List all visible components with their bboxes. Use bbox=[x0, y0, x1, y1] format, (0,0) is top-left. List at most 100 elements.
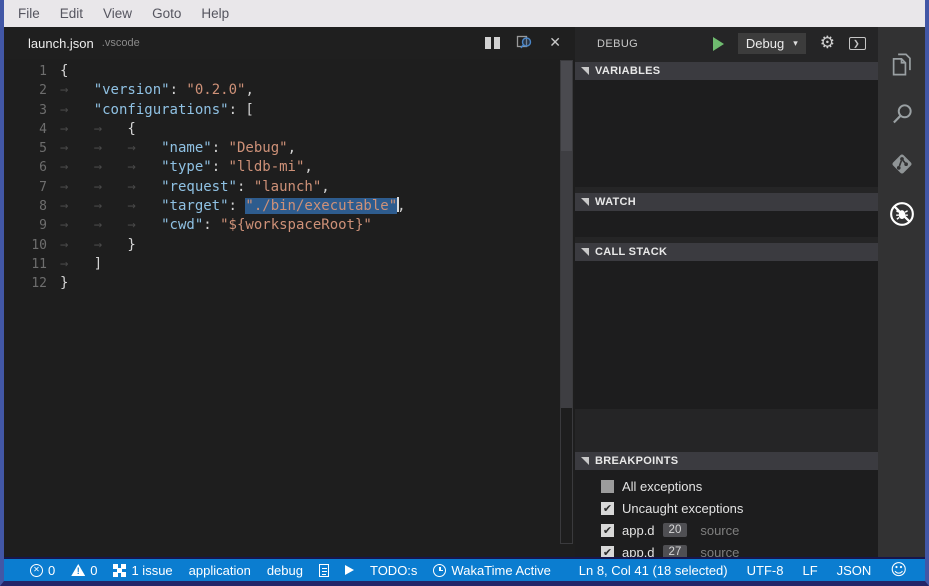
code-line[interactable]: 1{ bbox=[4, 62, 575, 81]
activity-bar bbox=[878, 27, 925, 557]
status-item-left-5[interactable] bbox=[319, 564, 329, 577]
status-item-left-3[interactable]: application bbox=[189, 563, 251, 578]
line-number: 12 bbox=[4, 274, 47, 293]
code-token: , bbox=[304, 159, 312, 175]
code-lines: 1{2→"version": "0.2.0",3→"configurations… bbox=[4, 62, 575, 294]
code-token: → bbox=[60, 216, 94, 235]
code-text: →→→"request": "launch", bbox=[60, 178, 330, 197]
chevron-down-icon: ▾ bbox=[793, 38, 798, 49]
status-item-right-2[interactable]: LF bbox=[802, 563, 817, 578]
twistie-icon bbox=[581, 457, 589, 465]
code-text: →"version": "0.2.0", bbox=[60, 81, 254, 100]
search-icon[interactable] bbox=[878, 89, 925, 139]
code-token: → bbox=[94, 120, 128, 139]
breakpoint-source: source bbox=[700, 523, 739, 538]
code-text: →] bbox=[60, 255, 102, 274]
code-line[interactable]: 9→→→"cwd": "${workspaceRoot}" bbox=[4, 216, 575, 235]
code-token: { bbox=[127, 121, 135, 137]
variables-body[interactable] bbox=[575, 80, 878, 187]
debug-toolbar: DEBUG Debug ▾ ⚙ ❯ bbox=[575, 27, 878, 60]
watch-body[interactable] bbox=[575, 211, 878, 237]
code-token: → bbox=[127, 178, 161, 197]
menu-item-file[interactable]: File bbox=[8, 0, 50, 27]
code-token: → bbox=[94, 158, 128, 177]
status-item-left-4[interactable]: debug bbox=[267, 563, 303, 578]
status-text: Ln 8, Col 41 (18 selected) bbox=[579, 563, 728, 578]
debug-config-dropdown[interactable]: Debug ▾ bbox=[738, 33, 806, 54]
breakpoint-row[interactable]: ✔ Uncaught exceptions bbox=[575, 497, 878, 519]
status-item-left-0[interactable]: ✕0 bbox=[30, 563, 55, 578]
status-item-right-1[interactable]: UTF-8 bbox=[747, 563, 784, 578]
section-header-breakpoints[interactable]: BREAKPOINTS bbox=[575, 452, 878, 470]
editor-scrollbar[interactable] bbox=[560, 60, 573, 544]
status-item-left-2[interactable]: 1 issue bbox=[113, 563, 172, 578]
line-number: 9 bbox=[4, 216, 47, 235]
checkbox-checked-icon[interactable]: ✔ bbox=[601, 502, 614, 515]
status-item-left-8[interactable]: WakaTime Active bbox=[433, 563, 550, 578]
code-line[interactable]: 4→→{ bbox=[4, 120, 575, 139]
menu-item-goto[interactable]: Goto bbox=[142, 0, 191, 27]
breakpoint-row[interactable]: ✔app.d20source bbox=[575, 519, 878, 541]
code-line[interactable]: 7→→→"request": "launch", bbox=[4, 178, 575, 197]
status-item-left-7[interactable]: TODO:s bbox=[370, 563, 417, 578]
code-token: : bbox=[170, 82, 187, 98]
status-item-left-6[interactable] bbox=[345, 565, 354, 575]
code-token: "lldb-mi" bbox=[229, 159, 305, 175]
breakpoints-body: All exceptions ✔ Uncaught exceptions ✔app.d… bbox=[575, 470, 878, 563]
breakpoint-row[interactable]: All exceptions bbox=[575, 475, 878, 497]
code-token: "${workspaceRoot}" bbox=[220, 217, 372, 233]
code-token: → bbox=[60, 101, 94, 120]
code-token: → bbox=[127, 197, 161, 216]
code-line[interactable]: 5→→→"name": "Debug", bbox=[4, 139, 575, 158]
split-editor-icon[interactable] bbox=[485, 37, 500, 49]
menu-item-help[interactable]: Help bbox=[191, 0, 239, 27]
checkbox-checked-icon[interactable]: ✔ bbox=[601, 524, 614, 537]
line-number: 5 bbox=[4, 139, 47, 158]
line-number: 3 bbox=[4, 101, 47, 120]
section-header-variables[interactable]: VARIABLES bbox=[575, 62, 878, 80]
callstack-body[interactable] bbox=[575, 261, 878, 409]
line-number: 11 bbox=[4, 255, 47, 274]
open-preview-icon[interactable] bbox=[516, 35, 533, 51]
gear-icon[interactable]: ⚙ bbox=[820, 35, 835, 52]
code-line[interactable]: 12} bbox=[4, 274, 575, 293]
menu-item-edit[interactable]: Edit bbox=[50, 0, 93, 27]
status-item-right-4[interactable]: ☺ bbox=[890, 562, 907, 578]
breakpoint-label: Uncaught exceptions bbox=[622, 501, 743, 516]
explorer-icon[interactable] bbox=[878, 39, 925, 89]
status-bar-left: ✕0 !0 1 issue application debug TODO:s WakaTim… bbox=[30, 563, 551, 578]
status-item-right-3[interactable]: JSON bbox=[837, 563, 872, 578]
debug-icon[interactable] bbox=[878, 189, 925, 239]
code-line[interactable]: 8→→→"target": "./bin/executable", bbox=[4, 197, 575, 216]
code-line[interactable]: 6→→→"type": "lldb-mi", bbox=[4, 158, 575, 177]
section-header-callstack[interactable]: CALL STACK bbox=[575, 243, 878, 261]
line-number: 4 bbox=[4, 120, 47, 139]
tab-folder-hint: .vscode bbox=[102, 37, 140, 49]
start-debug-button[interactable] bbox=[713, 37, 724, 51]
code-token: : [ bbox=[229, 102, 254, 118]
code-line[interactable]: 3→"configurations": [ bbox=[4, 101, 575, 120]
line-number: 2 bbox=[4, 81, 47, 100]
code-line[interactable]: 11 →] bbox=[4, 255, 575, 274]
line-number: 10 bbox=[4, 236, 47, 255]
scrollbar-thumb[interactable] bbox=[561, 61, 572, 408]
menu-item-view[interactable]: View bbox=[93, 0, 142, 27]
status-item-right-0[interactable]: Ln 8, Col 41 (18 selected) bbox=[579, 563, 728, 578]
code-line[interactable]: 10→→} bbox=[4, 236, 575, 255]
status-item-left-1[interactable]: !0 bbox=[71, 563, 97, 578]
breakpoint-label: All exceptions bbox=[622, 479, 702, 494]
code-token: : bbox=[237, 179, 254, 195]
section-header-watch[interactable]: WATCH bbox=[575, 193, 878, 211]
git-icon[interactable] bbox=[878, 139, 925, 189]
code-line[interactable]: 2 →"version": "0.2.0", bbox=[4, 81, 575, 100]
code-token: , bbox=[397, 198, 405, 214]
debug-console-icon[interactable]: ❯ bbox=[849, 37, 866, 50]
code-editor[interactable]: 1{2→"version": "0.2.0",3→"configurations… bbox=[4, 59, 575, 557]
code-token: → bbox=[127, 139, 161, 158]
code-token: "Debug" bbox=[229, 140, 288, 156]
checkbox-unchecked-icon[interactable] bbox=[601, 480, 614, 493]
warning-bang: ! bbox=[77, 566, 80, 576]
close-icon[interactable]: ✕ bbox=[549, 36, 561, 50]
tab-title[interactable]: launch.json bbox=[28, 36, 94, 51]
status-text: debug bbox=[267, 563, 303, 578]
